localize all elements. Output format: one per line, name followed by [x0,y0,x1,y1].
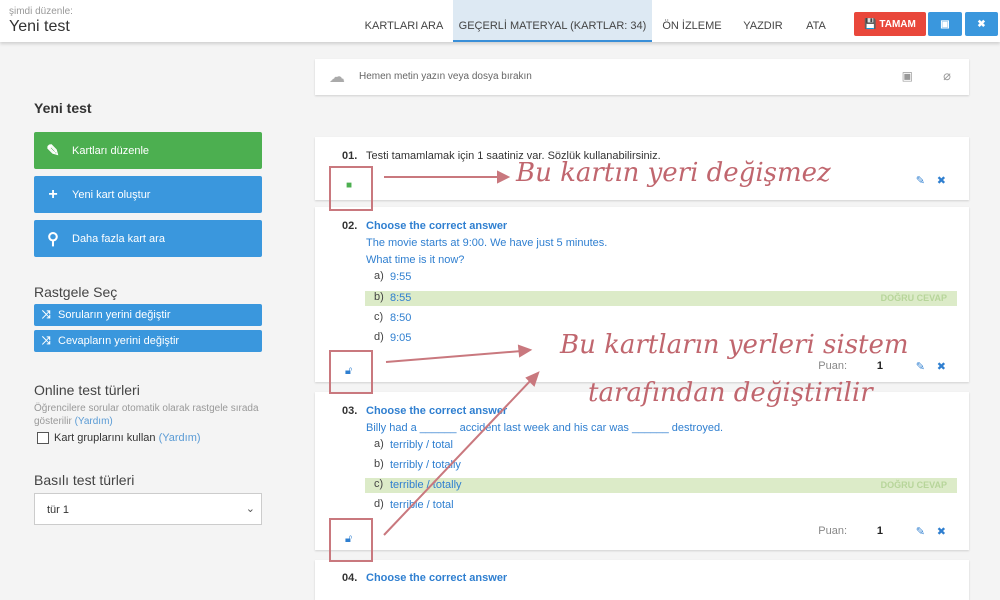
annotation-arrows [383,170,540,536]
annotation-fixed: Bu kartın yeri değişmez [516,158,831,188]
annotation-shuffled: Bu kartların yerleri sistem [560,330,909,360]
annotation-shuffled-2: tarafından değiştirilir [588,378,873,408]
